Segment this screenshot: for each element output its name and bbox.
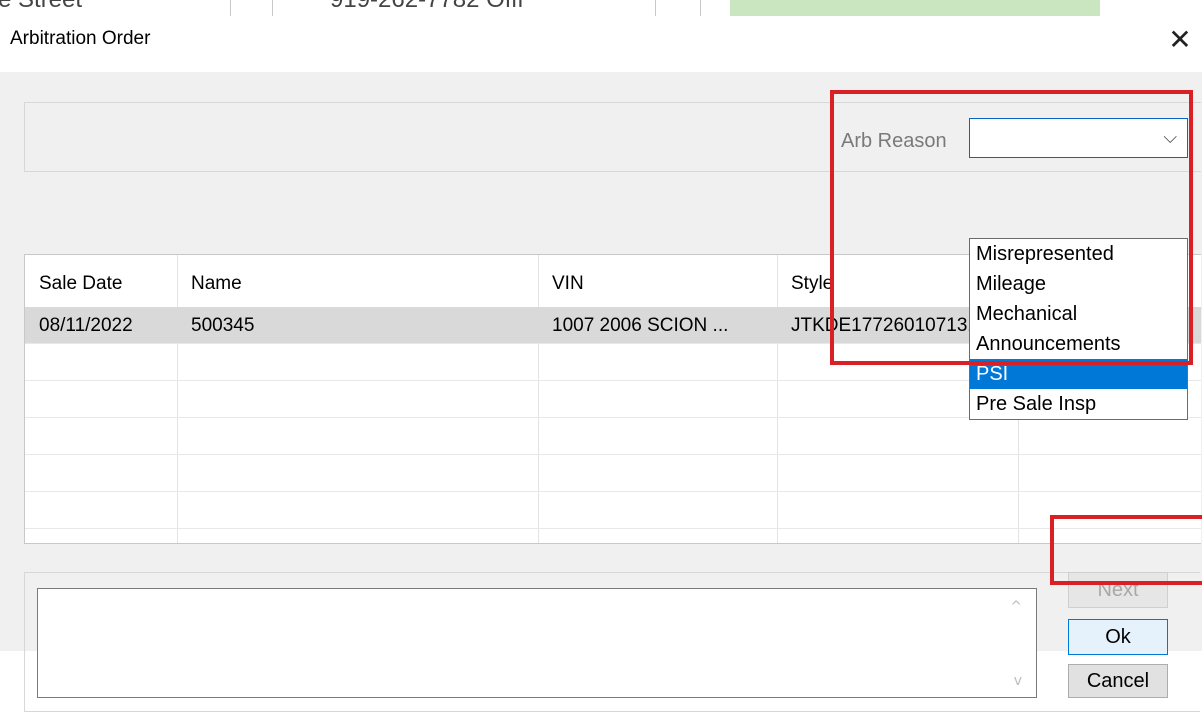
next-button[interactable]: Next xyxy=(1068,572,1168,608)
background-text: 919-262-7782 Offi xyxy=(330,0,523,14)
divider xyxy=(655,0,656,16)
arbitration-order-dialog: Arbitration Order ✕ Arb Reason ⌵ Sale Da… xyxy=(0,22,1202,712)
option-mileage[interactable]: Mileage xyxy=(970,269,1187,299)
option-psi[interactable]: PSI xyxy=(970,359,1187,389)
arb-reason-label: Arb Reason xyxy=(841,130,947,152)
divider xyxy=(700,0,701,16)
column-header-name[interactable]: Name xyxy=(191,273,242,295)
background-text: e Street xyxy=(0,0,82,14)
column-header-vin[interactable]: VIN xyxy=(552,273,584,295)
background-window-strip: e Street 919-262-7782 Offi xyxy=(0,0,1202,22)
dialog-client-area: Arb Reason ⌵ Sale Date Name VIN Style 08… xyxy=(0,72,1202,712)
table-row-empty xyxy=(25,455,1201,492)
option-pre-sale-insp[interactable]: Pre Sale Insp xyxy=(970,389,1187,419)
column-header-sale-date[interactable]: Sale Date xyxy=(39,273,122,295)
ok-button[interactable]: Ok xyxy=(1068,619,1168,655)
arb-reason-dropdown-list: Misrepresented Mileage Mechanical Announ… xyxy=(969,238,1188,420)
background-highlight xyxy=(730,0,1100,16)
option-mechanical[interactable]: Mechanical xyxy=(970,299,1187,329)
option-misrepresented[interactable]: Misrepresented xyxy=(970,239,1187,269)
message-textarea[interactable]: ^ v xyxy=(37,588,1037,698)
cell-vin: 1007 2006 SCION ... xyxy=(552,315,729,336)
cancel-button[interactable]: Cancel xyxy=(1068,664,1168,698)
divider xyxy=(272,0,273,16)
close-icon[interactable]: ✕ xyxy=(1166,26,1194,54)
table-row-empty xyxy=(25,418,1201,455)
option-announcements[interactable]: Announcements xyxy=(970,329,1187,359)
chevron-down-icon[interactable]: ⌵ xyxy=(1163,127,1177,148)
table-row-empty xyxy=(25,492,1201,529)
scroll-up-icon[interactable]: ^ xyxy=(1010,599,1022,615)
cell-name: 500345 xyxy=(191,315,255,336)
divider xyxy=(230,0,231,16)
scroll-down-icon[interactable]: v xyxy=(1014,673,1022,689)
arb-reason-combobox[interactable]: ⌵ xyxy=(969,118,1188,158)
column-header-style[interactable]: Style xyxy=(791,273,833,295)
dialog-title: Arbitration Order xyxy=(10,28,151,49)
cell-sale-date: 08/11/2022 xyxy=(39,315,133,336)
